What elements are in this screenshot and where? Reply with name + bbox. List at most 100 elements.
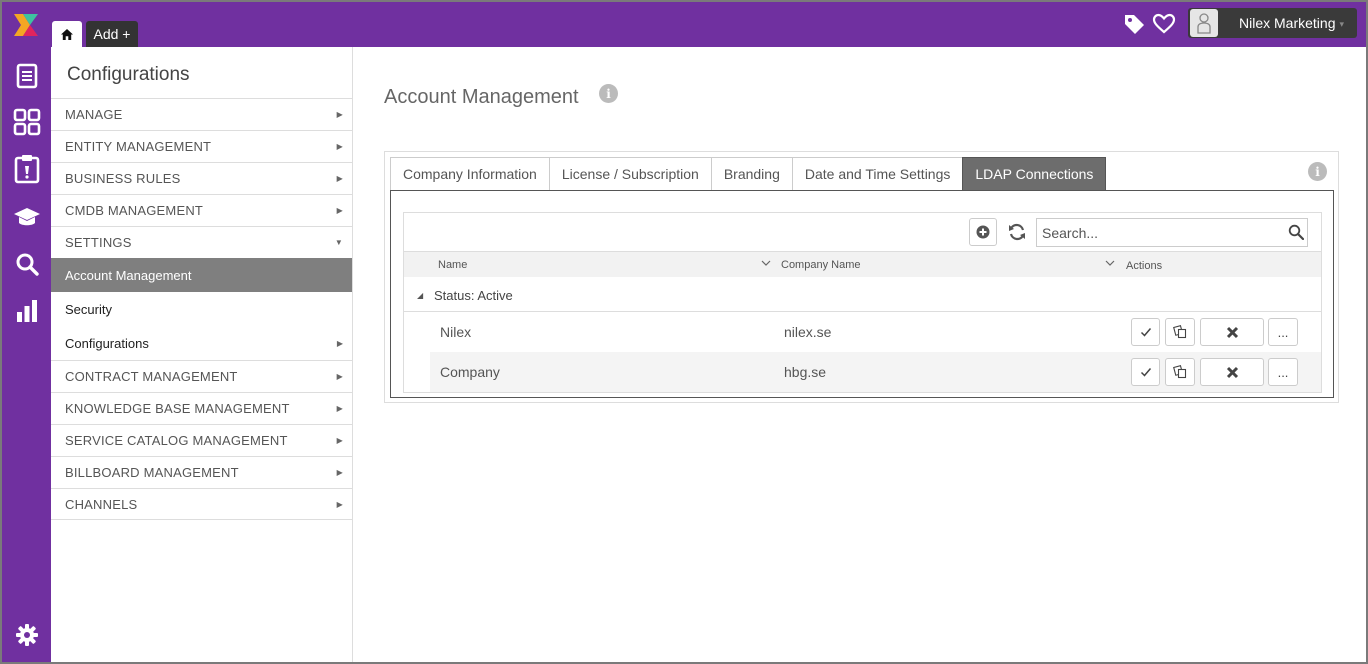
- configurations-menu: Configurations MANAGE ▶ ENTITY MANAGEMENT…: [51, 47, 353, 662]
- menu-item-account-management[interactable]: Account Management: [51, 258, 352, 292]
- cell-company-name: hbg.se: [784, 364, 827, 380]
- cell-name: Nilex: [440, 324, 472, 340]
- table-row[interactable]: Company hbg.se ...: [430, 352, 1321, 392]
- menu-item-billboard-management[interactable]: BILLBOARD MANAGEMENT ▶: [51, 456, 352, 488]
- grid-header: Name Company Name Actions: [404, 251, 1321, 277]
- rail-dashboard-button[interactable]: [13, 108, 41, 136]
- heart-icon[interactable]: [1152, 12, 1176, 36]
- panel-info-icon[interactable]: i: [1308, 162, 1327, 181]
- arrow-right-icon: ▶: [336, 174, 343, 183]
- more-actions-button[interactable]: ...: [1268, 358, 1298, 386]
- more-actions-button[interactable]: ...: [1268, 318, 1298, 346]
- search-icon[interactable]: [1288, 224, 1304, 240]
- arrow-right-icon: ▶: [336, 110, 343, 119]
- chevron-down-icon[interactable]: [1105, 258, 1115, 268]
- arrow-right-icon: ▶: [336, 468, 343, 477]
- cell-company-name: nilex.se: [784, 324, 832, 340]
- menu-item-label: SERVICE CATALOG MANAGEMENT: [65, 433, 288, 448]
- arrow-right-icon: ▶: [336, 372, 343, 381]
- close-icon: [1226, 366, 1238, 378]
- rail-documents-button[interactable]: [13, 62, 41, 90]
- home-icon: [61, 28, 73, 40]
- add-tab-button[interactable]: Add +: [86, 21, 138, 47]
- document-icon: [16, 63, 38, 89]
- add-button[interactable]: [969, 218, 997, 246]
- close-icon: [1226, 326, 1238, 338]
- arrow-right-icon: ▶: [336, 499, 343, 509]
- delete-button[interactable]: [1200, 358, 1264, 386]
- checkmark-icon: [1140, 368, 1151, 377]
- user-caret-icon: ▾: [1339, 20, 1345, 30]
- menu-item-label: Configurations: [65, 335, 149, 351]
- user-menu[interactable]: Nilex Marketing ▾: [1188, 8, 1357, 38]
- delete-button[interactable]: [1200, 318, 1264, 346]
- column-header-name[interactable]: Name: [438, 259, 467, 271]
- clipboard-icon: [14, 155, 40, 184]
- activate-button[interactable]: [1131, 318, 1160, 346]
- gear-icon: [16, 624, 38, 646]
- menu-item-business-rules[interactable]: BUSINESS RULES ▶: [51, 162, 352, 194]
- arrow-down-icon: ▼: [334, 238, 343, 247]
- menu-item-contract-management[interactable]: CONTRACT MANAGEMENT ▶: [51, 360, 352, 392]
- menu-item-cmdb-management[interactable]: CMDB MANAGEMENT ▶: [51, 194, 352, 226]
- tab-license-subscription[interactable]: License / Subscription: [548, 157, 712, 190]
- rail-settings-button[interactable]: [13, 621, 41, 649]
- arrow-right-icon: ▶: [336, 436, 343, 445]
- activate-button[interactable]: [1131, 358, 1160, 386]
- menu-item-label: CONTRACT MANAGEMENT: [65, 369, 238, 384]
- menu-item-label: CHANNELS: [65, 496, 138, 512]
- tab-ldap-connections[interactable]: LDAP Connections: [962, 157, 1107, 190]
- menu-item-service-catalog-management[interactable]: SERVICE CATALOG MANAGEMENT ▶: [51, 424, 352, 456]
- menu-item-label: Security: [65, 301, 112, 317]
- refresh-button[interactable]: [1003, 218, 1031, 246]
- graduation-cap-icon: [14, 208, 40, 226]
- menu-title: Configurations: [67, 64, 190, 85]
- tag-icon[interactable]: [1122, 12, 1146, 36]
- tab-date-and-time-settings[interactable]: Date and Time Settings: [791, 157, 964, 190]
- tab-company-information[interactable]: Company Information: [390, 157, 550, 190]
- rail-learning-button[interactable]: [13, 203, 41, 231]
- left-rail: [2, 47, 51, 662]
- menu-item-entity-management[interactable]: ENTITY MANAGEMENT ▶: [51, 130, 352, 162]
- avatar: [1190, 9, 1218, 37]
- tab-branding[interactable]: Branding: [710, 157, 793, 190]
- rail-reports-button[interactable]: [13, 297, 41, 325]
- collapse-caret-icon[interactable]: ◢: [417, 291, 423, 300]
- user-name: Nilex Marketing: [1239, 15, 1336, 31]
- menu-item-settings[interactable]: SETTINGS ▼: [51, 226, 352, 258]
- top-bar: Add + Nilex Marketing ▾: [2, 2, 1366, 47]
- menu-item-manage[interactable]: MANAGE ▶: [51, 98, 352, 130]
- menu-item-label: Account Management: [65, 267, 192, 283]
- app-window: Add + Nilex Marketing ▾ Configurations M…: [0, 0, 1368, 664]
- rail-search-button[interactable]: [13, 250, 41, 278]
- arrow-right-icon: ▶: [336, 338, 343, 348]
- dashboard-icon: [13, 108, 41, 136]
- nilex-logo[interactable]: [12, 12, 40, 38]
- page-info-icon[interactable]: i: [599, 84, 618, 103]
- grid-toolbar: [404, 213, 1321, 251]
- column-header-actions: Actions: [1126, 260, 1163, 272]
- search-input[interactable]: [1036, 218, 1308, 247]
- rail-tasks-button[interactable]: [13, 155, 41, 184]
- menu-item-knowledge-base-management[interactable]: KNOWLEDGE BASE MANAGEMENT ▶: [51, 392, 352, 424]
- menu-item-label: BUSINESS RULES: [65, 171, 181, 186]
- menu-list: MANAGE ▶ ENTITY MANAGEMENT ▶ BUSINESS RULE…: [51, 98, 352, 520]
- menu-item-label: MANAGE: [65, 107, 123, 122]
- copy-icon: [1173, 365, 1187, 379]
- ldap-tab-content: Name Company Name Actions ◢ Status: Acti…: [390, 190, 1334, 398]
- menu-item-security[interactable]: Security: [51, 292, 352, 326]
- group-label: Status: Active: [434, 288, 513, 303]
- plus-circle-icon: [976, 225, 990, 239]
- arrow-right-icon: ▶: [336, 142, 343, 151]
- menu-item-configurations[interactable]: Configurations ▶: [51, 326, 352, 360]
- menu-item-label: BILLBOARD MANAGEMENT: [65, 465, 239, 480]
- bar-chart-icon: [17, 300, 37, 322]
- menu-item-channels[interactable]: CHANNELS ▶: [51, 488, 352, 520]
- chevron-down-icon[interactable]: [761, 258, 771, 268]
- column-header-company-name[interactable]: Company Name: [781, 259, 860, 271]
- copy-button[interactable]: [1165, 318, 1195, 346]
- table-row[interactable]: Nilex nilex.se ...: [430, 312, 1321, 352]
- copy-button[interactable]: [1165, 358, 1195, 386]
- group-row-status-active[interactable]: ◢ Status: Active: [404, 277, 1321, 312]
- home-tab[interactable]: [52, 21, 82, 47]
